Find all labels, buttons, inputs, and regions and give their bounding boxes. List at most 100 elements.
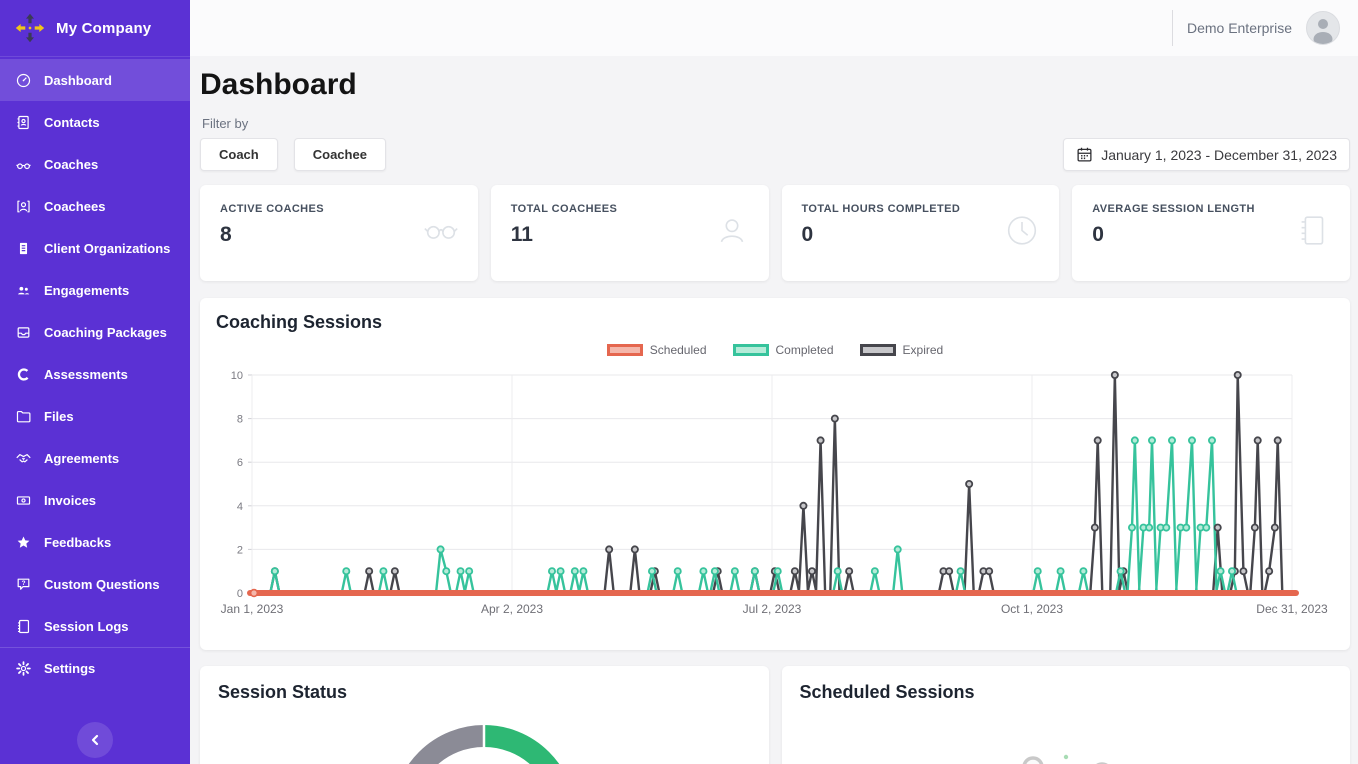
page-content: Dashboard Filter by Coach Coachee Januar…	[190, 56, 1358, 764]
refresh-c-icon	[15, 366, 32, 383]
chevron-left-icon	[88, 733, 102, 747]
coaching-sessions-chart[interactable]: 0246810Jan 1, 2023Apr 2, 2023Jul 2, 2023…	[216, 359, 1338, 637]
coaching-sessions-title: Coaching Sessions	[216, 312, 1334, 333]
sidebar-item-files[interactable]: Files	[0, 395, 190, 437]
bottom-panels: Session Status Scheduled Sessions	[200, 666, 1350, 764]
svg-text:0: 0	[237, 588, 243, 600]
scheduled-sessions-panel: Scheduled Sessions	[782, 666, 1351, 764]
sidebar-item-label: Coaches	[44, 157, 98, 172]
sidebar-item-client-organizations[interactable]: Client Organizations	[0, 227, 190, 269]
person-icon	[1307, 12, 1339, 44]
building-icon	[15, 240, 32, 257]
sidebar-item-coaches[interactable]: Coaches	[0, 143, 190, 185]
sidebar-item-label: Feedbacks	[44, 535, 111, 550]
stat-card-total-coachees: TOTAL COACHEES11	[491, 185, 769, 281]
legend-item-scheduled[interactable]: Scheduled	[607, 343, 707, 357]
folder-icon	[15, 408, 32, 425]
svg-text:Jan 1, 2023: Jan 1, 2023	[221, 602, 284, 616]
sidebar-item-session-logs[interactable]: Session Logs	[0, 605, 190, 647]
coach-filter-button[interactable]: Coach	[200, 138, 278, 171]
svg-text:Jul 2, 2023: Jul 2, 2023	[743, 602, 802, 616]
sidebar: My Company Dashboard Contacts Coaches Coach…	[0, 0, 190, 764]
stat-card-average-session-length: AVERAGE SESSION LENGTH0	[1072, 185, 1350, 281]
sidebar-item-label: Coaching Packages	[44, 325, 167, 340]
sidebar-item-label: Contacts	[44, 115, 100, 130]
sidebar-item-invoices[interactable]: Invoices	[0, 479, 190, 521]
svg-text:6: 6	[237, 457, 243, 469]
legend-item-completed[interactable]: Completed	[733, 343, 834, 357]
svg-text:10: 10	[231, 370, 243, 382]
sidebar-item-label: Engagements	[44, 283, 129, 298]
sidebar-item-agreements[interactable]: Agreements	[0, 437, 190, 479]
svg-text:Apr 2, 2023: Apr 2, 2023	[481, 602, 543, 616]
account-name[interactable]: Demo Enterprise	[1187, 20, 1292, 36]
glasses-icon	[15, 156, 32, 173]
stat-card-total-hours-completed: TOTAL HOURS COMPLETED0	[782, 185, 1060, 281]
chart-legend: Scheduled Completed Expired	[216, 343, 1334, 357]
svg-text:?: ?	[22, 580, 26, 587]
calendar-icon	[1076, 146, 1093, 163]
sidebar-item-label: Agreements	[44, 451, 119, 466]
sidebar-item-contacts[interactable]: Contacts	[0, 101, 190, 143]
legend-label: Completed	[776, 343, 834, 357]
inbox-icon	[15, 324, 32, 341]
sidebar-item-label: Dashboard	[44, 73, 112, 88]
top-header: Demo Enterprise	[190, 0, 1358, 56]
svg-text:Oct 1, 2023: Oct 1, 2023	[1001, 602, 1063, 616]
sidebar-item-label: Settings	[44, 661, 95, 676]
sidebar-item-label: Invoices	[44, 493, 96, 508]
star-icon	[15, 534, 32, 551]
date-range-text: January 1, 2023 - December 31, 2023	[1101, 147, 1337, 163]
session-status-donut-chart[interactable]	[384, 717, 584, 764]
users-icon	[15, 282, 32, 299]
clock-icon	[1003, 212, 1041, 250]
legend-swatch	[860, 344, 896, 356]
avatar[interactable]	[1306, 11, 1340, 45]
person-icon	[713, 212, 751, 250]
main-area: Demo Enterprise Dashboard Filter by Coac…	[190, 0, 1358, 764]
legend-label: Expired	[903, 343, 944, 357]
page-title: Dashboard	[200, 68, 1350, 102]
sidebar-item-custom-questions[interactable]: ? Custom Questions	[0, 563, 190, 605]
address-book-icon	[15, 114, 32, 131]
legend-swatch	[607, 344, 643, 356]
cash-icon	[15, 492, 32, 509]
empty-state-illustration	[936, 739, 1196, 764]
legend-item-expired[interactable]: Expired	[860, 343, 944, 357]
sidebar-item-coachees[interactable]: Coachees	[0, 185, 190, 227]
sidebar-item-coaching-packages[interactable]: Coaching Packages	[0, 311, 190, 353]
svg-text:8: 8	[237, 414, 243, 426]
session-status-title: Session Status	[218, 682, 751, 703]
coachee-icon	[15, 198, 32, 215]
sidebar-item-label: Session Logs	[44, 619, 129, 634]
svg-text:Dec 31, 2023: Dec 31, 2023	[1256, 602, 1328, 616]
brand-name: My Company	[56, 20, 151, 37]
company-logo-icon	[14, 12, 46, 44]
sidebar-nav: Dashboard Contacts Coaches Coachees Client O…	[0, 57, 190, 764]
svg-text:4: 4	[237, 501, 243, 513]
stats-row: ACTIVE COACHES8TOTAL COACHEES11TOTAL HOU…	[200, 185, 1350, 281]
sidebar-item-feedbacks[interactable]: Feedbacks	[0, 521, 190, 563]
sidebar-item-dashboard[interactable]: Dashboard	[0, 59, 190, 101]
gauge-icon	[15, 72, 32, 89]
sidebar-item-engagements[interactable]: Engagements	[0, 269, 190, 311]
app-window: My Company Dashboard Contacts Coaches Coach…	[0, 0, 1358, 764]
sidebar-item-settings[interactable]: Settings	[0, 647, 190, 689]
sidebar-item-assessments[interactable]: Assessments	[0, 353, 190, 395]
scheduled-sessions-title: Scheduled Sessions	[800, 682, 1333, 703]
question-bubble-icon: ?	[15, 576, 32, 593]
glasses-icon	[422, 212, 460, 250]
coachee-filter-button[interactable]: Coachee	[294, 138, 386, 171]
sidebar-collapse-button[interactable]	[77, 722, 113, 758]
sidebar-item-label: Custom Questions	[44, 577, 160, 592]
session-status-panel: Session Status	[200, 666, 769, 764]
coaching-sessions-panel: Coaching Sessions Scheduled Completed Expi…	[200, 298, 1350, 650]
sidebar-item-label: Client Organizations	[44, 241, 170, 256]
sidebar-item-label: Assessments	[44, 367, 128, 382]
date-range-picker[interactable]: January 1, 2023 - December 31, 2023	[1063, 138, 1350, 171]
brand[interactable]: My Company	[0, 0, 190, 57]
sidebar-item-label: Coachees	[44, 199, 105, 214]
gear-icon	[15, 660, 32, 677]
stat-card-active-coaches: ACTIVE COACHES8	[200, 185, 478, 281]
legend-swatch	[733, 344, 769, 356]
